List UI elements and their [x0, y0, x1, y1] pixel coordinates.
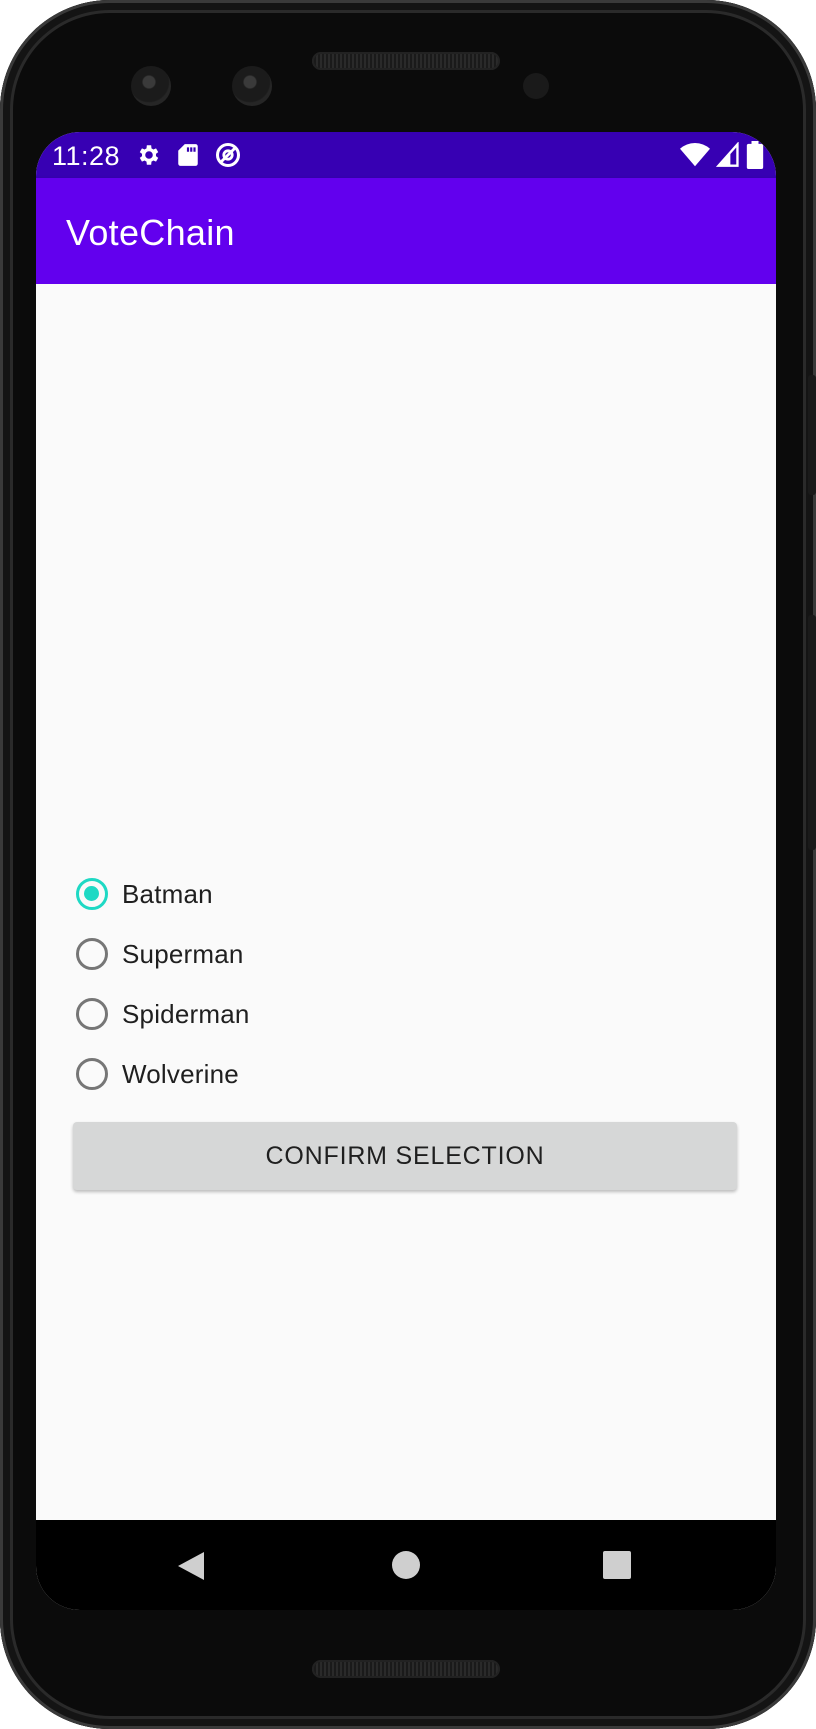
radio-label: Superman — [122, 938, 244, 969]
radio-button[interactable] — [76, 1058, 108, 1090]
radio-label: Spiderman — [122, 998, 250, 1029]
back-icon[interactable] — [176, 1550, 206, 1587]
data-saver-icon — [214, 141, 242, 169]
volume-rocker — [808, 615, 816, 850]
radio-option-batman[interactable]: Batman — [72, 864, 672, 924]
battery-icon — [746, 141, 764, 169]
bottom-speaker — [312, 1660, 500, 1678]
earpiece-speaker — [312, 52, 500, 70]
radio-button-checked[interactable] — [76, 878, 108, 910]
radio-option-wolverine[interactable]: Wolverine — [72, 1044, 672, 1104]
app-title: VoteChain — [66, 212, 235, 253]
proximity-sensor — [523, 73, 549, 99]
wifi-icon — [680, 142, 710, 168]
radio-option-spiderman[interactable]: Spiderman — [72, 984, 672, 1044]
power-button — [808, 375, 816, 495]
home-icon[interactable] — [391, 1550, 421, 1585]
recents-icon[interactable] — [603, 1551, 631, 1584]
status-bar: 11:28 — [36, 132, 776, 178]
phone-frame: 11:28 VoteChain Batman Superman Spiderma… — [0, 0, 816, 1729]
sd-card-icon — [176, 142, 200, 168]
radio-label: Batman — [122, 878, 213, 909]
cell-signal-icon — [716, 142, 740, 168]
radio-label: Wolverine — [122, 1058, 239, 1089]
front-camera-icon — [131, 66, 171, 106]
vote-content: Batman Superman Spiderman Wolverine CONF… — [36, 284, 776, 1524]
screen: 11:28 VoteChain Batman Superman Spiderma… — [36, 132, 776, 1610]
gear-icon — [136, 142, 162, 168]
status-system-icons — [680, 140, 764, 170]
radio-button[interactable] — [76, 998, 108, 1030]
confirm-selection-button[interactable]: CONFIRM SELECTION — [73, 1122, 737, 1190]
front-camera-icon — [232, 66, 272, 106]
navigation-bar — [36, 1520, 776, 1610]
candidate-radio-group: Batman Superman Spiderman Wolverine — [72, 864, 672, 1104]
radio-button[interactable] — [76, 938, 108, 970]
radio-option-superman[interactable]: Superman — [72, 924, 672, 984]
app-bar: VoteChain — [36, 178, 776, 284]
status-time: 11:28 — [52, 141, 121, 171]
status-notification-icons — [136, 140, 242, 170]
